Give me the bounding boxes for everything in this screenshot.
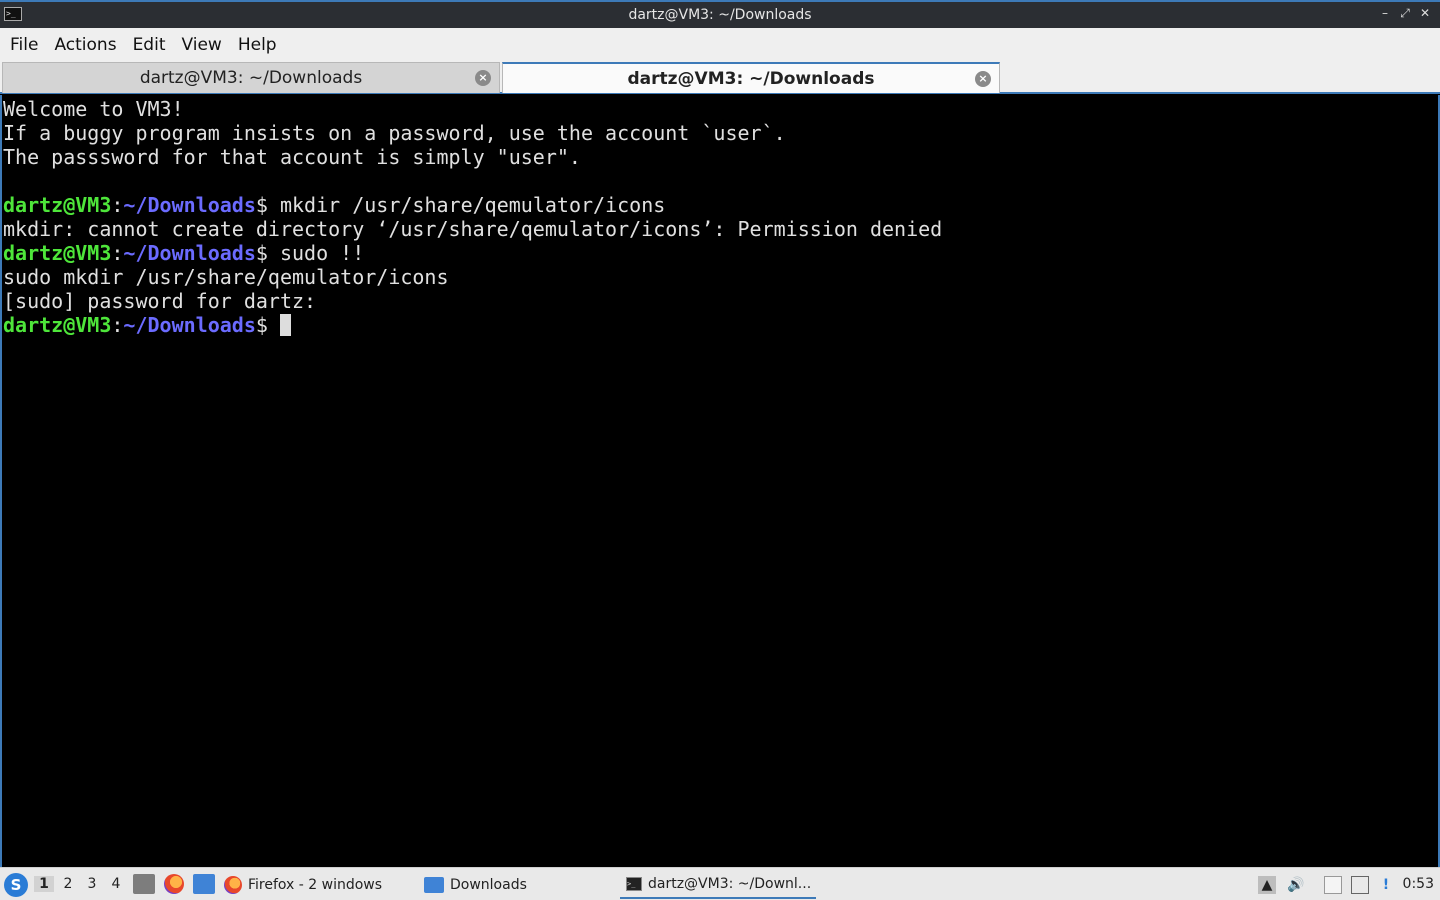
tab-close-icon[interactable]: × xyxy=(975,71,991,87)
tab-bar: dartz@VM3: ~/Downloads × dartz@VM3: ~/Do… xyxy=(0,61,1440,94)
close-window-button[interactable]: ✕ xyxy=(1417,6,1433,20)
prompt-separator: : xyxy=(111,241,124,265)
terminal-prompt-line: dartz@VM3:~/Downloads$ xyxy=(3,313,1438,337)
task-label: Firefox - 2 windows xyxy=(248,877,383,893)
workspace-2[interactable]: 2 xyxy=(58,876,78,892)
workspace-3[interactable]: 3 xyxy=(82,876,102,892)
tab-label: dartz@VM3: ~/Downloads xyxy=(139,68,363,88)
start-menu-icon[interactable]: S xyxy=(4,873,28,897)
task-label: Downloads xyxy=(450,877,527,893)
prompt-user: dartz@VM3 xyxy=(3,241,112,265)
task-label: dartz@VM3: ~/Downl... xyxy=(648,876,812,892)
prompt-path: ~/Downloads xyxy=(123,193,256,217)
terminal-prompt-line: dartz@VM3:~/Downloads$ mkdir /usr/share/… xyxy=(3,193,1438,217)
network-icon[interactable] xyxy=(1351,876,1369,894)
prompt-path: ~/Downloads xyxy=(123,241,256,265)
task-terminal[interactable]: >_ dartz@VM3: ~/Downl... xyxy=(620,871,816,899)
firefox-launcher-icon[interactable] xyxy=(164,874,184,894)
workspace-1[interactable]: 1 xyxy=(34,876,54,892)
command-text: sudo !! xyxy=(279,241,365,265)
prompt-separator: : xyxy=(111,193,124,217)
terminal-prompt-line: dartz@VM3:~/Downloads$ sudo !! xyxy=(3,241,1438,265)
terminal-line: mkdir: cannot create directory ‘/usr/sha… xyxy=(3,217,943,241)
volume-icon[interactable]: 🔊 xyxy=(1287,876,1305,894)
terminal-app-icon: >_ xyxy=(4,7,22,21)
prompt-path: ~/Downloads xyxy=(123,313,256,337)
menu-file[interactable]: File xyxy=(2,35,46,55)
prompt-symbol: $ xyxy=(255,241,280,265)
tab-2[interactable]: dartz@VM3: ~/Downloads × xyxy=(502,62,1000,93)
window-titlebar: >_ dartz@VM3: ~/Downloads – ⤢ ✕ xyxy=(0,0,1440,28)
prompt-user: dartz@VM3 xyxy=(3,313,112,337)
command-text: mkdir /usr/share/qemulator/icons xyxy=(279,193,666,217)
menu-view[interactable]: View xyxy=(173,35,229,55)
task-firefox[interactable]: Firefox - 2 windows xyxy=(224,871,414,899)
terminal-icon: >_ xyxy=(626,877,642,891)
prompt-user: dartz@VM3 xyxy=(3,193,112,217)
terminal-line: The passsword for that account is simply… xyxy=(3,145,581,169)
maximize-button[interactable]: ⤢ xyxy=(1397,6,1413,21)
tab-1[interactable]: dartz@VM3: ~/Downloads × xyxy=(2,62,500,93)
notification-icon[interactable]: ! xyxy=(1377,876,1395,894)
terminal-output[interactable]: Welcome to VM3! If a buggy program insis… xyxy=(0,95,1440,867)
tray-up-arrow-icon[interactable]: ▲ xyxy=(1258,876,1276,894)
taskbar: S 1 2 3 4 Firefox - 2 windows Downloads … xyxy=(0,867,1440,900)
terminal-line: sudo mkdir /usr/share/qemulator/icons xyxy=(3,265,449,289)
folder-icon xyxy=(424,877,444,893)
firefox-icon xyxy=(224,876,242,894)
menu-edit[interactable]: Edit xyxy=(125,35,174,55)
clock[interactable]: 0:53 xyxy=(1403,876,1434,892)
window-title: dartz@VM3: ~/Downloads xyxy=(628,7,812,23)
menubar: File Actions Edit View Help xyxy=(0,28,1440,61)
terminal-line: [sudo] password for dartz: xyxy=(3,289,317,313)
file-manager-launcher-icon[interactable] xyxy=(133,874,155,894)
terminal-line: Welcome to VM3! xyxy=(3,97,184,121)
clipboard-icon[interactable] xyxy=(1324,876,1342,894)
menu-actions[interactable]: Actions xyxy=(46,35,124,55)
prompt-separator: : xyxy=(111,313,124,337)
workspace-4[interactable]: 4 xyxy=(106,876,126,892)
tab-label: dartz@VM3: ~/Downloads xyxy=(627,68,875,89)
show-desktop-icon[interactable] xyxy=(193,874,215,894)
tab-close-icon[interactable]: × xyxy=(475,70,491,86)
prompt-symbol: $ xyxy=(255,193,280,217)
prompt-symbol: $ xyxy=(255,313,280,337)
menu-help[interactable]: Help xyxy=(230,35,285,55)
terminal-line: If a buggy program insists on a password… xyxy=(3,121,786,145)
terminal-cursor xyxy=(279,314,291,336)
minimize-button[interactable]: – xyxy=(1377,6,1393,20)
task-downloads[interactable]: Downloads xyxy=(424,871,614,899)
